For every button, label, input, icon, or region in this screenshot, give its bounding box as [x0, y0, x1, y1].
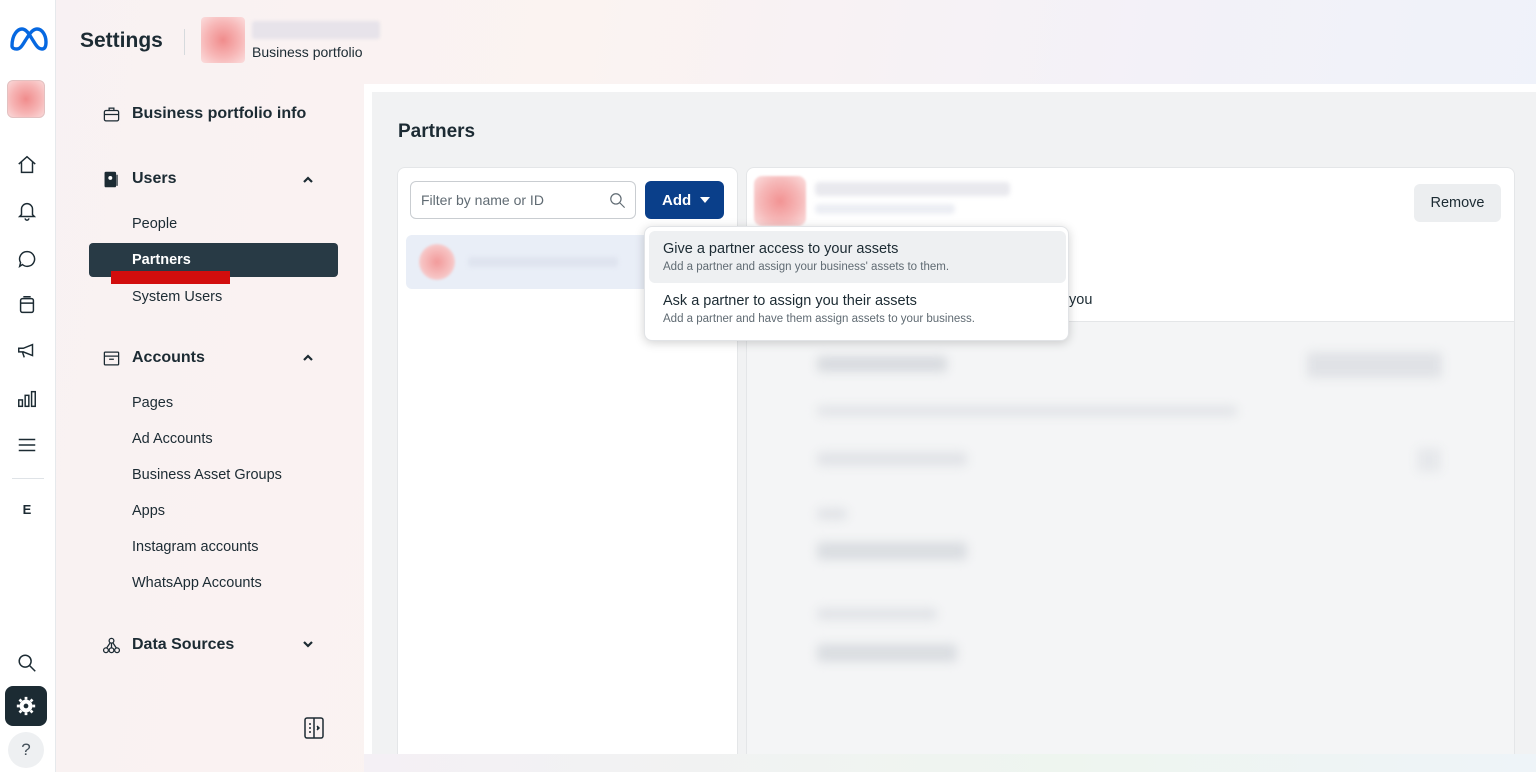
insights-icon[interactable]	[8, 380, 46, 418]
account-avatar[interactable]	[7, 80, 45, 118]
blurred-text	[817, 542, 967, 560]
home-icon[interactable]	[8, 146, 46, 184]
blurred-text	[817, 452, 967, 466]
header-divider	[184, 29, 185, 55]
blurred-text	[817, 608, 937, 620]
page-header-title: Settings	[80, 29, 163, 52]
sidebar-item-apps[interactable]: Apps	[132, 503, 165, 519]
archive-box-icon	[100, 347, 122, 369]
page-title: Partners	[398, 121, 476, 142]
chevron-up-icon[interactable]	[300, 350, 316, 366]
blurred-heading	[817, 356, 947, 372]
chevron-up-icon[interactable]	[300, 172, 316, 188]
search-icon	[608, 191, 627, 210]
sidebar-item-pages[interactable]: Pages	[132, 395, 173, 411]
sidebar-item-system-users[interactable]: System Users	[132, 289, 222, 305]
filter-input[interactable]	[421, 192, 591, 208]
content-icon[interactable]	[8, 286, 46, 324]
partner-detail-id-blurred	[815, 204, 955, 214]
blurred-text	[817, 508, 847, 520]
blurred-icon	[1417, 448, 1441, 472]
blurred-button	[1307, 352, 1442, 378]
add-button-label: Add	[662, 191, 692, 209]
help-icon[interactable]: ?	[8, 732, 44, 768]
collapse-sidebar-icon[interactable]	[303, 716, 325, 740]
blurred-text	[817, 406, 1237, 416]
business-initial[interactable]: E	[8, 490, 46, 528]
bottom-strip	[364, 754, 1536, 772]
detail-text-fragment: you	[1069, 292, 1093, 308]
partner-detail-avatar	[754, 176, 806, 226]
bell-icon[interactable]	[8, 192, 46, 230]
sidebar-item-whatsapp-accounts[interactable]: WhatsApp Accounts	[132, 575, 262, 591]
partner-list-item[interactable]	[406, 235, 656, 289]
rail-divider	[12, 478, 44, 479]
sidebar-item-instagram-accounts[interactable]: Instagram accounts	[132, 539, 259, 555]
filter-input-wrapper[interactable]	[410, 181, 636, 219]
sidebar-item-label: Partners	[132, 252, 191, 268]
megaphone-icon[interactable]	[8, 332, 46, 370]
add-partner-dropdown: Give a partner access to your assets Add…	[644, 226, 1069, 341]
menu-icon[interactable]	[8, 426, 46, 464]
detail-body-blurred	[747, 322, 1514, 754]
menu-item-request-assets[interactable]: Ask a partner to assign you their assets…	[649, 283, 1066, 335]
chevron-down-icon[interactable]	[300, 636, 316, 652]
nav-users[interactable]: Users	[100, 168, 176, 190]
add-partner-button[interactable]: Add	[645, 181, 724, 219]
nav-business-portfolio-info[interactable]: Business portfolio info	[100, 103, 306, 125]
users-badge-icon	[100, 168, 122, 190]
nav-section-label: Data Sources	[132, 636, 235, 653]
blurred-text	[817, 644, 957, 662]
partner-name-blurred	[468, 257, 618, 267]
icon-rail: E ?	[0, 0, 56, 772]
data-sources-icon	[100, 634, 122, 656]
red-highlight-mark	[111, 271, 230, 284]
settings-gear-icon[interactable]	[5, 686, 47, 726]
menu-item-description: Add a partner and assign your business' …	[663, 261, 950, 273]
nav-section-label: Business portfolio info	[132, 105, 307, 122]
partner-avatar	[419, 244, 455, 280]
menu-item-title: Give a partner access to your assets	[663, 241, 899, 257]
menu-item-title: Ask a partner to assign you their assets	[663, 293, 917, 309]
sidebar-item-ad-accounts[interactable]: Ad Accounts	[132, 431, 213, 447]
remove-button[interactable]: Remove	[1414, 184, 1501, 222]
sidebar-item-business-asset-groups[interactable]: Business Asset Groups	[132, 467, 282, 483]
search-icon[interactable]	[8, 644, 46, 682]
partner-detail-name-blurred	[815, 182, 1010, 196]
meta-logo-icon[interactable]	[8, 24, 48, 54]
nav-section-label: Users	[132, 170, 177, 187]
nav-section-label: Accounts	[132, 349, 205, 366]
caret-down-icon	[700, 197, 710, 203]
sidebar-item-people[interactable]: People	[132, 216, 177, 232]
business-avatar[interactable]	[201, 17, 245, 63]
nav-data-sources[interactable]: Data Sources	[100, 634, 234, 656]
business-name-blurred	[252, 21, 380, 39]
menu-item-give-access[interactable]: Give a partner access to your assets Add…	[649, 231, 1066, 283]
chat-icon[interactable]	[8, 240, 46, 278]
briefcase-icon	[100, 103, 122, 125]
business-portfolio-label: Business portfolio	[252, 44, 363, 60]
menu-item-description: Add a partner and have them assign asset…	[663, 313, 975, 325]
nav-accounts[interactable]: Accounts	[100, 347, 205, 369]
